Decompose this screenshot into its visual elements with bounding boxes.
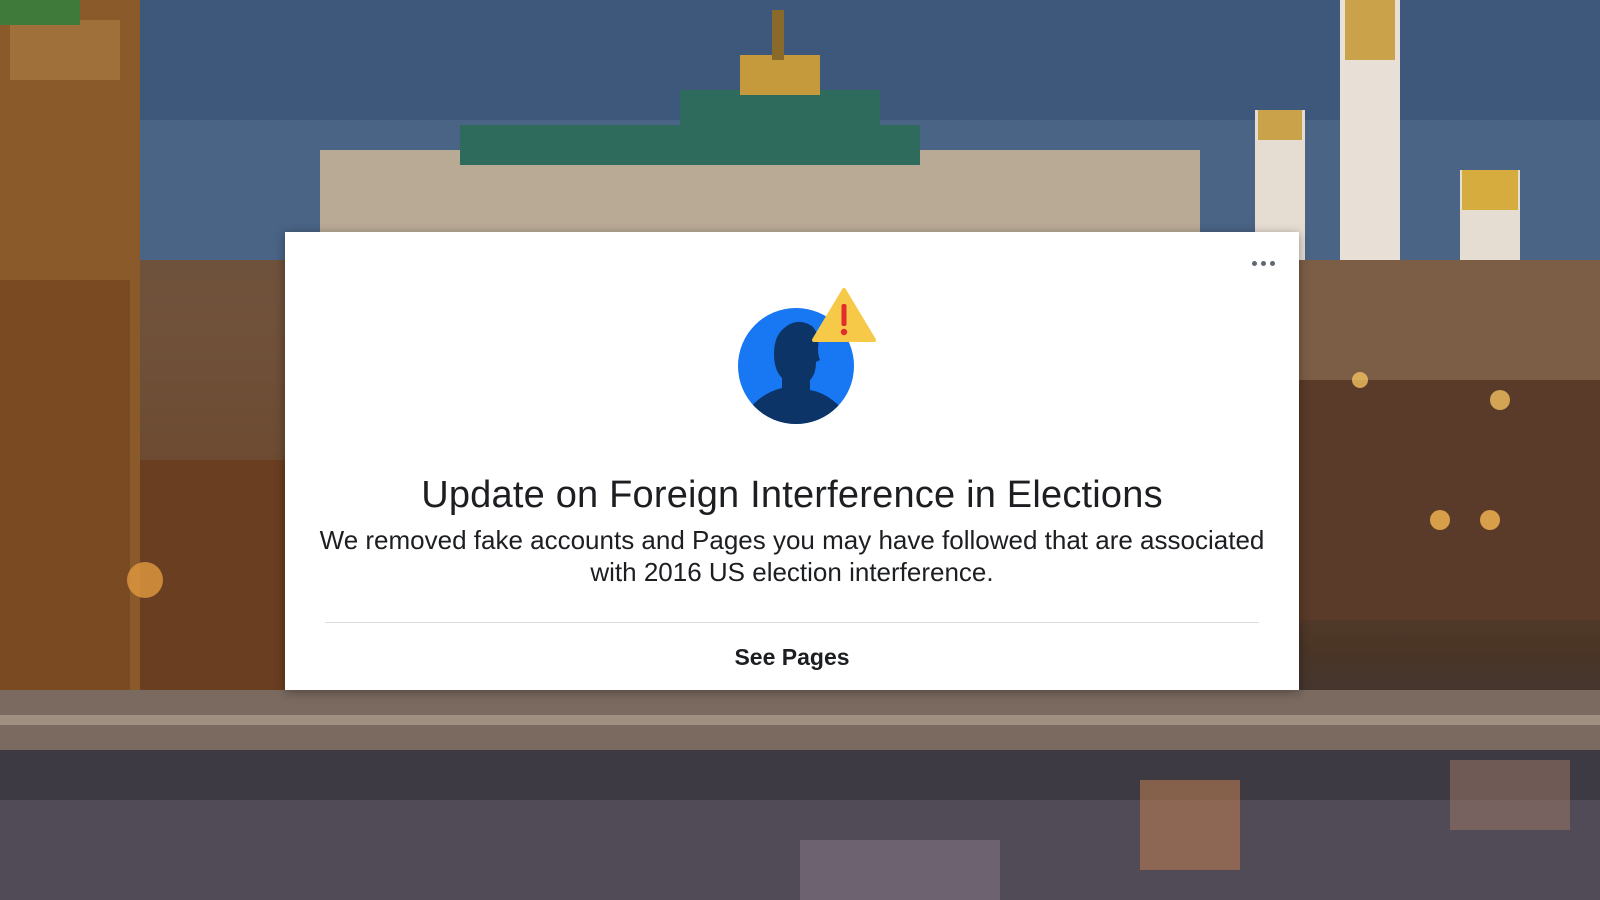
notice-title: Update on Foreign Interference in Electi…	[421, 474, 1163, 516]
background-photo: Update on Foreign Interference in Electi…	[0, 0, 1600, 900]
person-silhouette-icon	[738, 288, 876, 424]
see-pages-button[interactable]: See Pages	[285, 634, 1299, 680]
more-horizontal-icon-dot	[1260, 260, 1266, 266]
notice-card: Update on Foreign Interference in Electi…	[285, 232, 1299, 690]
notice-body: We removed fake accounts and Pages you m…	[319, 525, 1265, 587]
more-horizontal-icon	[1251, 260, 1257, 266]
divider	[325, 622, 1259, 623]
avatar	[734, 282, 884, 432]
more-options-button[interactable]	[1247, 254, 1279, 272]
more-horizontal-icon-dot	[1269, 260, 1275, 266]
